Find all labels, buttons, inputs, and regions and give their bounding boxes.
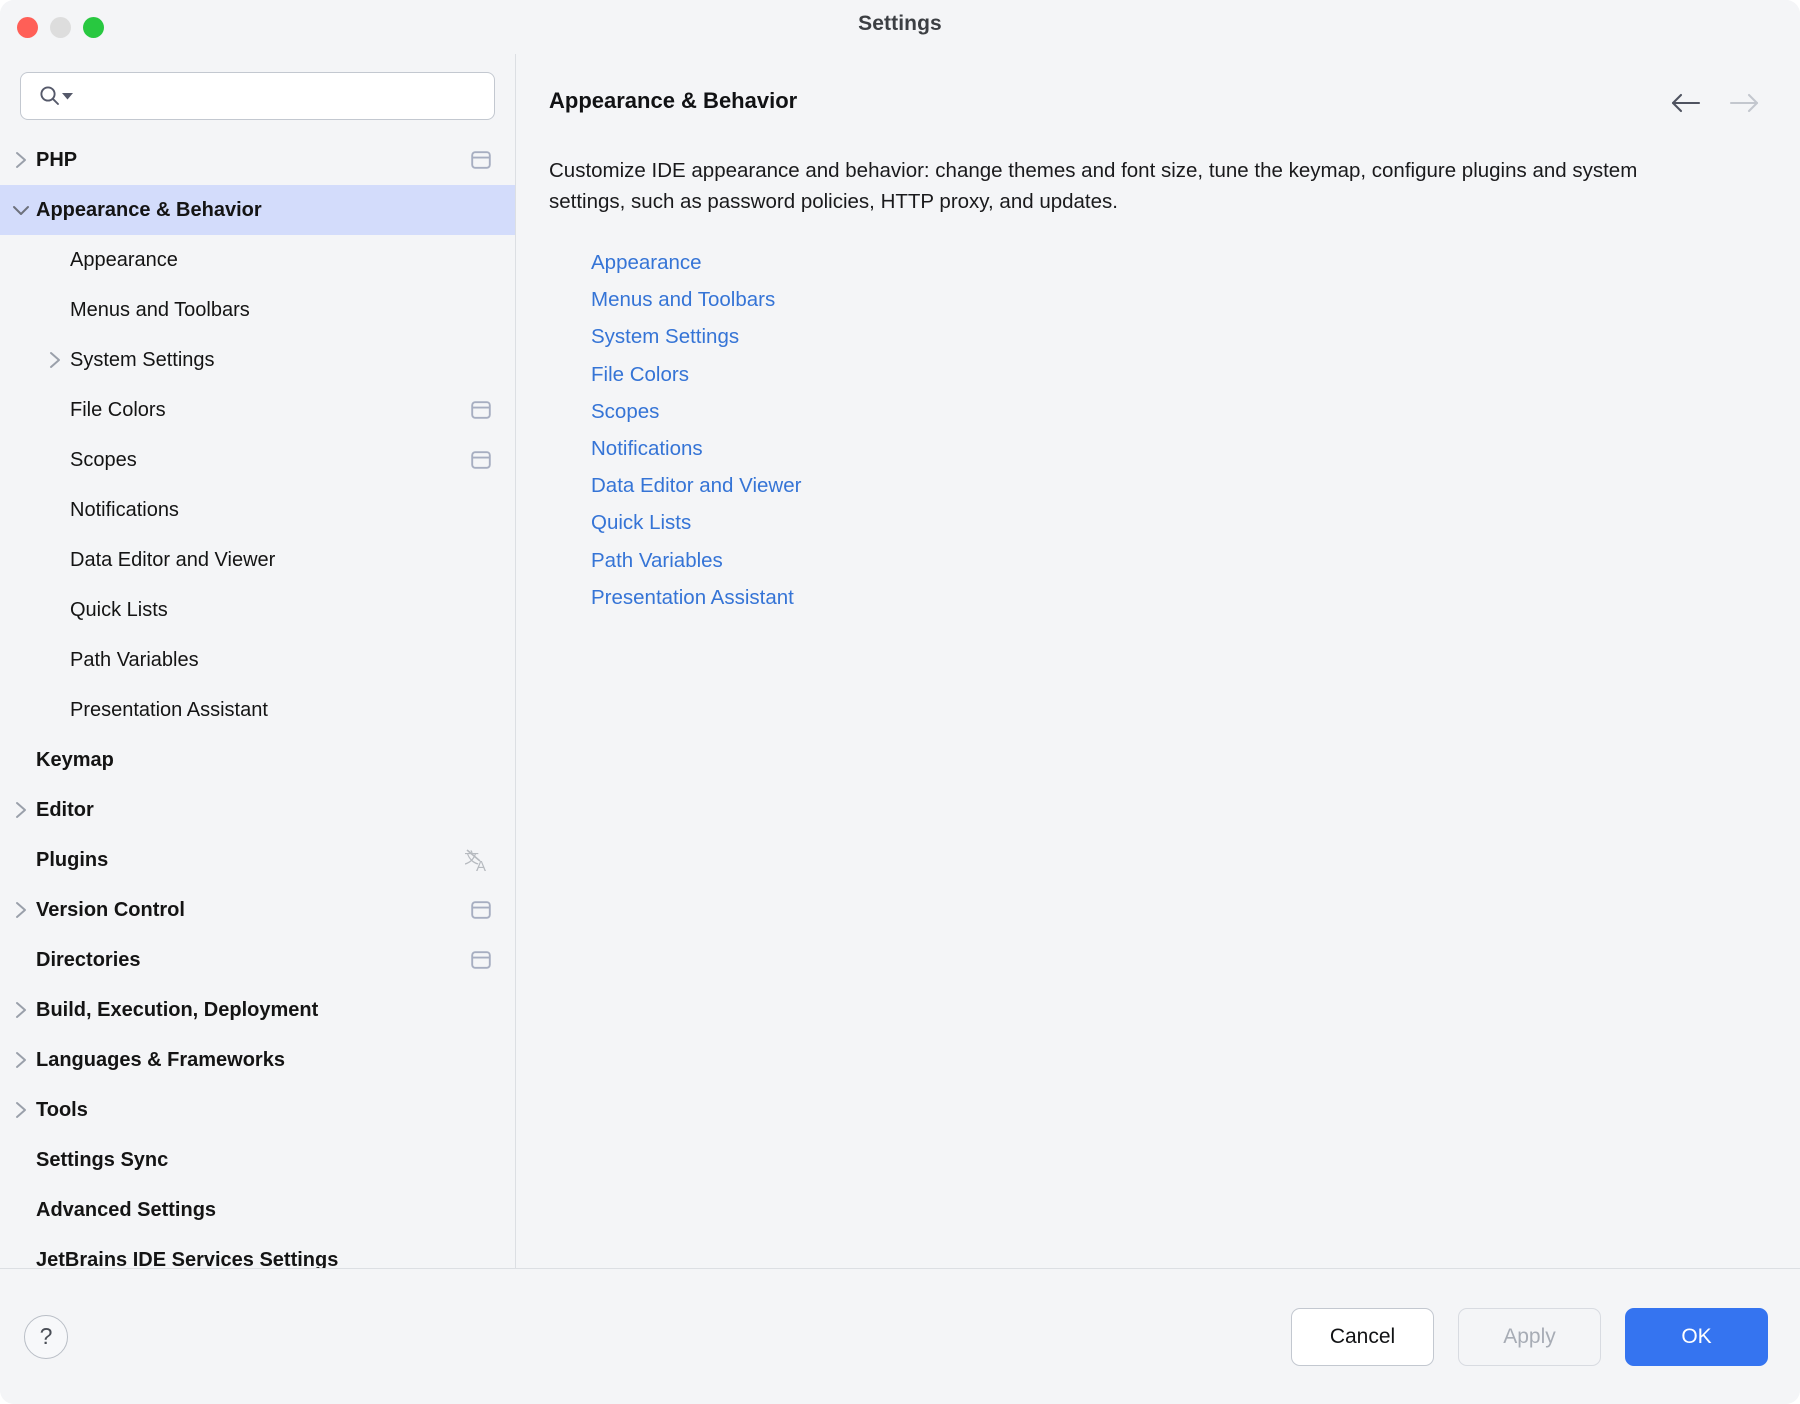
sidebar-item-scopes[interactable]: Scopes (0, 435, 515, 485)
sidebar-item-label: Languages & Frameworks (36, 1050, 285, 1070)
sidebar-item-jetbrains-ide-services-settings[interactable]: JetBrains IDE Services Settings (0, 1235, 515, 1268)
sidebar-item-path-variables[interactable]: Path Variables (0, 635, 515, 685)
sidebar-item-label: Version Control (36, 900, 185, 920)
ok-button[interactable]: OK (1625, 1308, 1768, 1366)
sidebar-item-presentation-assistant[interactable]: Presentation Assistant (0, 685, 515, 735)
project-scope-icon (469, 899, 493, 921)
sidebar-item-plugins[interactable]: Plugins 文A (0, 835, 515, 885)
sidebar-item-data-editor-and-viewer[interactable]: Data Editor and Viewer (0, 535, 515, 585)
page-description: Customize IDE appearance and behavior: c… (549, 156, 1669, 217)
sidebar-item-label: Notifications (70, 500, 179, 520)
sidebar-item-tools[interactable]: Tools (0, 1085, 515, 1135)
chevron-right-icon[interactable] (6, 800, 36, 820)
settings-link-system-settings[interactable]: System Settings (591, 325, 739, 349)
sidebar-item-languages-frameworks[interactable]: Languages & Frameworks (0, 1035, 515, 1085)
settings-tree: PHP Appearance & Behavior Appearance Menus … (0, 135, 515, 1268)
sidebar-item-appearance-behavior[interactable]: Appearance & Behavior (0, 185, 515, 235)
cancel-button[interactable]: Cancel (1291, 1308, 1434, 1366)
arrow-right-icon (1729, 102, 1760, 117)
window-title: Settings (0, 12, 1800, 36)
settings-link-notifications[interactable]: Notifications (591, 437, 703, 461)
forward-button[interactable] (1729, 92, 1760, 114)
sidebar-item-quick-lists[interactable]: Quick Lists (0, 585, 515, 635)
settings-link-menus-and-toolbars[interactable]: Menus and Toolbars (591, 288, 775, 312)
page-title: Appearance & Behavior (549, 88, 797, 114)
sidebar-item-label: Plugins (36, 850, 108, 870)
sidebar-item-system-settings[interactable]: System Settings (0, 335, 515, 385)
settings-sidebar: PHP Appearance & Behavior Appearance Menus … (0, 54, 516, 1268)
chevron-down-icon[interactable] (6, 203, 36, 217)
settings-link-presentation-assistant[interactable]: Presentation Assistant (591, 586, 794, 610)
sidebar-item-label: Build, Execution, Deployment (36, 1000, 318, 1020)
sidebar-item-settings-sync[interactable]: Settings Sync (0, 1135, 515, 1185)
sidebar-item-directories[interactable]: Directories (0, 935, 515, 985)
settings-link-data-editor-and-viewer[interactable]: Data Editor and Viewer (591, 474, 801, 498)
sidebar-item-label: Quick Lists (70, 600, 168, 620)
svg-text:A: A (476, 858, 486, 873)
project-scope-icon (469, 449, 493, 471)
sidebar-item-file-colors[interactable]: File Colors (0, 385, 515, 435)
main-header: Appearance & Behavior (549, 88, 1760, 114)
sidebar-item-label: Appearance (70, 250, 178, 270)
settings-dialog: Settings PHPApp (0, 0, 1800, 1404)
settings-link-file-colors[interactable]: File Colors (591, 363, 689, 387)
chevron-right-icon[interactable] (6, 150, 36, 170)
chevron-right-icon[interactable] (6, 900, 36, 920)
sidebar-item-label: JetBrains IDE Services Settings (36, 1250, 338, 1268)
sidebar-item-label: Scopes (70, 450, 137, 470)
footer-actions: Cancel Apply OK (1291, 1308, 1768, 1366)
sidebar-item-label: File Colors (70, 400, 166, 420)
back-button[interactable] (1670, 92, 1701, 114)
sidebar-item-label: Presentation Assistant (70, 700, 268, 720)
window-titlebar: Settings (0, 0, 1800, 54)
sidebar-item-keymap[interactable]: Keymap (0, 735, 515, 785)
sidebar-item-label: PHP (36, 150, 77, 170)
search-box[interactable] (20, 72, 495, 120)
sidebar-item-label: Editor (36, 800, 94, 820)
chevron-right-icon[interactable] (6, 1100, 36, 1120)
chevron-right-icon[interactable] (6, 1050, 36, 1070)
sidebar-item-editor[interactable]: Editor (0, 785, 515, 835)
sidebar-item-label: System Settings (70, 350, 215, 370)
sidebar-item-advanced-settings[interactable]: Advanced Settings (0, 1185, 515, 1235)
apply-button[interactable]: Apply (1458, 1308, 1601, 1366)
dialog-body: PHP Appearance & Behavior Appearance Menus … (0, 54, 1800, 1268)
project-scope-icon (469, 949, 493, 971)
project-scope-icon (469, 399, 493, 421)
arrow-left-icon (1670, 102, 1701, 117)
sidebar-item-notifications[interactable]: Notifications (0, 485, 515, 535)
navigation-arrows (1670, 88, 1760, 114)
sidebar-item-label: Menus and Toolbars (70, 300, 250, 320)
sidebar-item-menus-and-toolbars[interactable]: Menus and Toolbars (0, 285, 515, 335)
sidebar-item-label: Settings Sync (36, 1150, 168, 1170)
sidebar-item-build-execution-deployment[interactable]: Build, Execution, Deployment (0, 985, 515, 1035)
sidebar-item-label: Advanced Settings (36, 1200, 216, 1220)
sidebar-item-appearance[interactable]: Appearance (0, 235, 515, 285)
settings-link-appearance[interactable]: Appearance (591, 251, 702, 275)
settings-link-list: Appearance Menus and Toolbars System Setti… (549, 251, 1760, 610)
project-scope-icon (469, 149, 493, 171)
sidebar-item-php[interactable]: PHP (0, 135, 515, 185)
settings-link-scopes[interactable]: Scopes (591, 400, 659, 424)
dialog-footer: ? Cancel Apply OK (0, 1268, 1800, 1404)
sidebar-item-version-control[interactable]: Version Control (0, 885, 515, 935)
sidebar-item-label: Appearance & Behavior (36, 200, 262, 220)
search-icon (39, 85, 61, 107)
sidebar-item-label: Tools (36, 1100, 88, 1120)
search-area (0, 54, 515, 120)
sidebar-item-label: Path Variables (70, 650, 199, 670)
sidebar-item-label: Keymap (36, 750, 114, 770)
settings-link-path-variables[interactable]: Path Variables (591, 549, 723, 573)
chevron-down-icon[interactable] (62, 92, 73, 100)
settings-main-panel: Appearance & Behavior (516, 54, 1800, 1268)
sidebar-item-label: Directories (36, 950, 141, 970)
chevron-right-icon[interactable] (6, 1000, 36, 1020)
settings-link-quick-lists[interactable]: Quick Lists (591, 511, 691, 535)
search-input[interactable] (73, 73, 494, 119)
help-button[interactable]: ? (24, 1315, 68, 1359)
translation-icon: 文A (465, 847, 493, 873)
sidebar-item-label: Data Editor and Viewer (70, 550, 275, 570)
chevron-right-icon[interactable] (40, 350, 70, 370)
